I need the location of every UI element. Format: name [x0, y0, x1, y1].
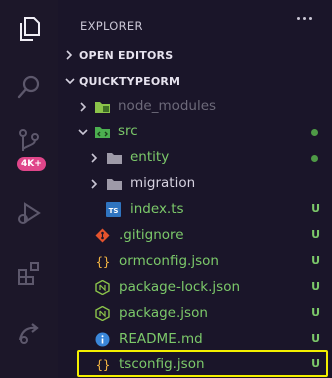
run-debug-icon[interactable] [8, 192, 50, 234]
tree-item-label: package-lock.json [119, 279, 241, 295]
chevron-down-icon [65, 78, 75, 85]
tree-item-label: .gitignore [119, 227, 184, 243]
typescript-icon: TS [106, 202, 121, 217]
tree-item-label: migration [130, 175, 196, 191]
untracked-badge: U [311, 202, 320, 215]
source-control-icon[interactable] [8, 120, 50, 162]
json-icon: {} [96, 358, 110, 372]
chevron-down-icon [78, 129, 88, 136]
chevron-right-icon [66, 50, 73, 60]
folder-icon [107, 179, 122, 190]
tree-item-gitignore[interactable]: .gitignore U [58, 223, 332, 248]
modified-dot [311, 129, 318, 136]
untracked-badge: U [311, 280, 320, 293]
untracked-badge: U [311, 357, 320, 370]
ellipsis-icon[interactable] [297, 17, 312, 20]
explorer-sidebar: EXPLORER OPEN EDITORS QUICKTYPEORM node_… [58, 0, 332, 378]
source-control-badge: 4K+ [17, 157, 46, 171]
json-icon: {} [96, 255, 110, 269]
chevron-right-icon [91, 179, 98, 189]
explorer-title: EXPLORER [80, 19, 143, 33]
tree-item-ormconfig-json[interactable]: {} ormconfig.json U [58, 249, 332, 274]
svg-text:TS: TS [109, 207, 119, 215]
tree-item-label: README.md [119, 331, 203, 347]
tree-item-label: tsconfig.json [119, 356, 205, 372]
remote-icon[interactable] [8, 312, 50, 354]
search-icon[interactable] [8, 66, 50, 108]
npm-icon [95, 280, 110, 295]
tree-item-label: entity [130, 149, 170, 165]
untracked-badge: U [311, 332, 320, 345]
node-modules-folder-icon [95, 102, 110, 113]
tree-item-package-json[interactable]: package.json U [58, 301, 332, 326]
tree-item-tsconfig-json[interactable]: {} tsconfig.json U [58, 352, 332, 377]
folder-icon [107, 153, 122, 164]
tree-item-label: src [118, 123, 138, 139]
tree-item-label: index.ts [130, 201, 184, 217]
svg-text:{}: {} [96, 255, 110, 269]
tree-item-node-modules[interactable]: node_modules [58, 94, 332, 119]
tree-item-migration[interactable]: migration [58, 171, 332, 196]
git-icon [95, 228, 110, 243]
src-folder-icon [95, 127, 110, 138]
tree-item-package-lock-json[interactable]: package-lock.json U [58, 275, 332, 300]
tree-item-entity[interactable]: entity [58, 145, 332, 170]
untracked-badge: U [311, 306, 320, 319]
tree-item-readme-md[interactable]: README.md U [58, 327, 332, 352]
section-project-label: QUICKTYPEORM [79, 75, 181, 88]
files-icon[interactable] [8, 8, 50, 50]
tree-item-label: package.json [119, 305, 208, 321]
tree-item-src[interactable]: src [58, 119, 332, 144]
untracked-badge: U [311, 254, 320, 267]
chevron-right-icon [80, 102, 87, 112]
section-open-editors-label: OPEN EDITORS [79, 49, 174, 62]
info-icon [95, 332, 110, 347]
activity-bar: 4K+ [0, 0, 58, 378]
npm-icon [95, 306, 110, 321]
untracked-badge: U [311, 228, 320, 241]
section-project[interactable]: QUICKTYPEORM [58, 70, 332, 92]
modified-dot [311, 155, 318, 162]
tree-item-label: ormconfig.json [119, 253, 219, 269]
explorer-header: EXPLORER [80, 15, 318, 33]
extensions-icon[interactable] [8, 252, 50, 294]
chevron-right-icon [91, 153, 98, 163]
vscode-window: 4K+ EXPLORER OPEN EDITORS QUICKTYPEORM n… [0, 0, 332, 378]
tree-item-label: node_modules [118, 98, 217, 114]
tree-item-index-ts[interactable]: TS index.ts U [58, 197, 332, 222]
section-open-editors[interactable]: OPEN EDITORS [58, 44, 332, 66]
svg-text:{}: {} [96, 358, 110, 372]
